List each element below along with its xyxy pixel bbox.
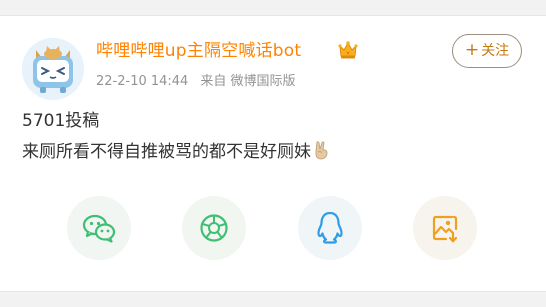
follow-label: 关注	[481, 43, 510, 59]
moments-icon	[200, 214, 228, 242]
plus-icon: +	[464, 39, 480, 60]
post-text-line-1: 5701投稿	[22, 111, 100, 131]
follow-button[interactable]: + 关注	[452, 34, 522, 68]
author-name[interactable]: 哔哩哔哩up主隔空喊话bot	[96, 38, 301, 64]
post-meta: 22-2-10 14:44 来自 微博国际版	[96, 72, 295, 92]
share-wechat-button[interactable]	[67, 196, 131, 260]
save-image-icon	[432, 215, 458, 243]
victory-hand-emoji-icon	[315, 141, 328, 160]
share-moments-button[interactable]	[182, 196, 246, 260]
avatar-image	[22, 38, 84, 100]
top-separator	[0, 0, 546, 16]
vip-crown-icon	[338, 41, 358, 59]
avatar[interactable]	[22, 38, 84, 100]
post-time: 22-2-10 14:44	[96, 74, 189, 89]
qq-icon	[317, 211, 343, 244]
save-image-button[interactable]	[413, 196, 477, 260]
post-source[interactable]: 来自 微博国际版	[200, 74, 295, 89]
post-text-line-2: 来厕所看不得自推被骂的都不是好厕妹	[22, 139, 330, 165]
wechat-icon	[82, 214, 116, 243]
share-qq-button[interactable]	[298, 196, 362, 260]
post-text: 来厕所看不得自推被骂的都不是好厕妹	[22, 142, 311, 162]
bottom-separator	[0, 291, 546, 307]
